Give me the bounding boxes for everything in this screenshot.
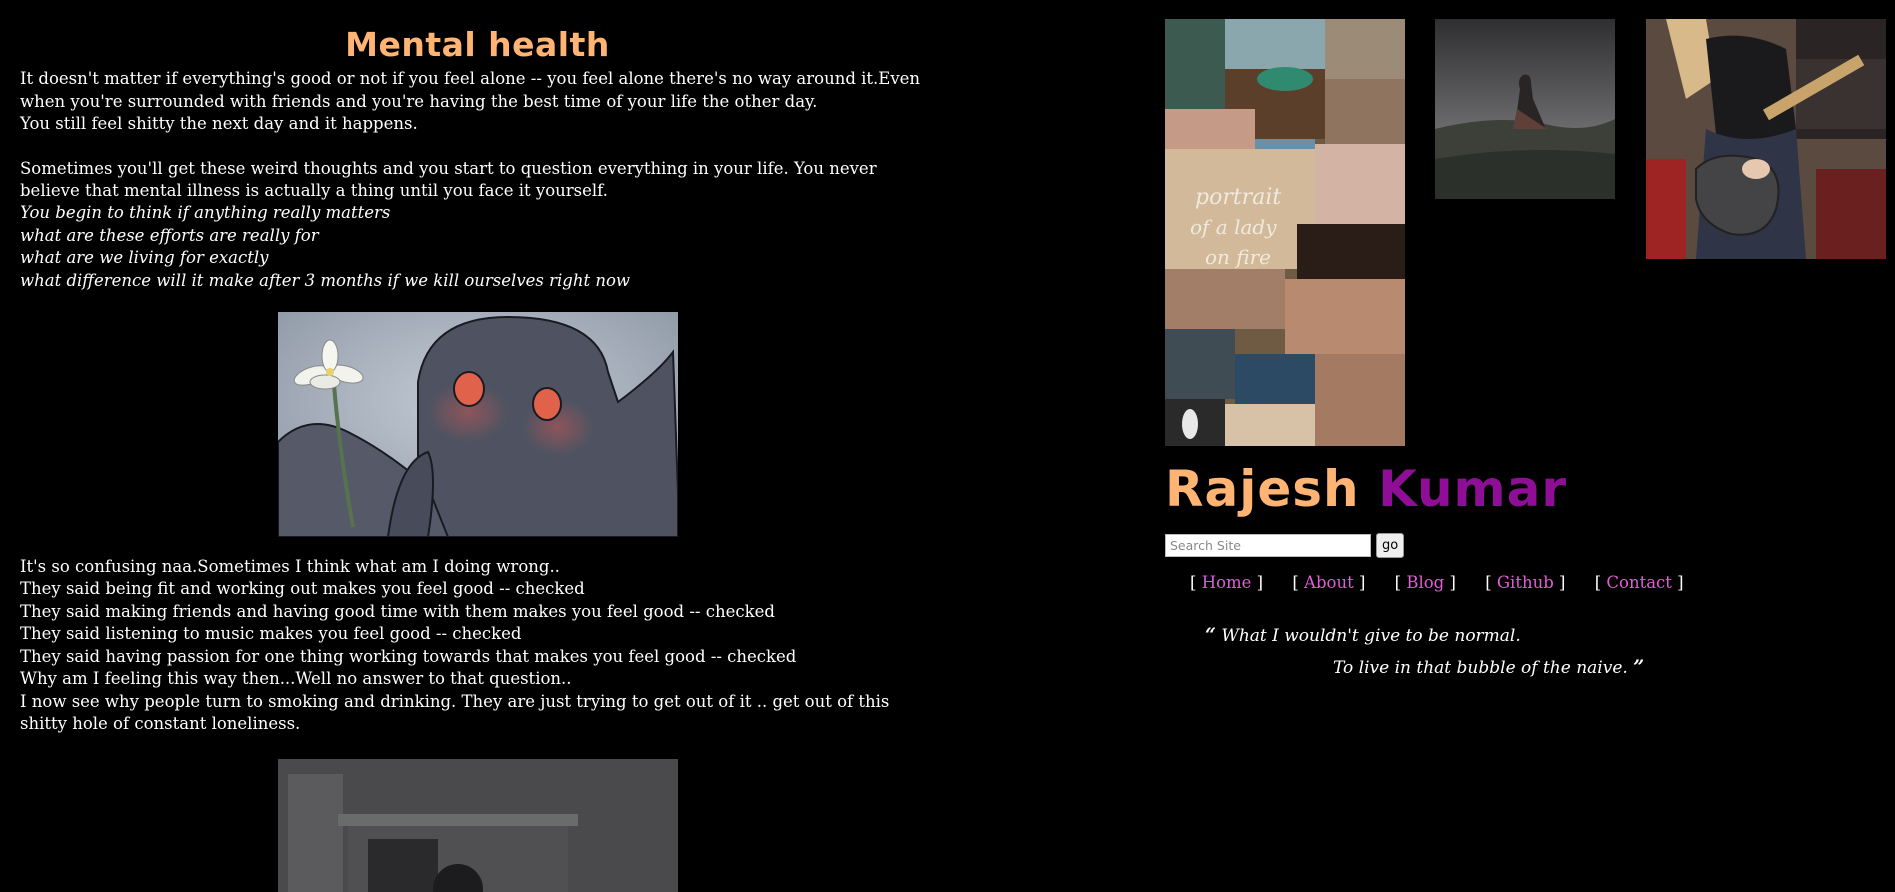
site-owner-name: Rajesh Kumar <box>1165 460 1567 518</box>
search-input[interactable] <box>1165 534 1371 557</box>
nav-link-home[interactable]: Home <box>1202 573 1252 592</box>
post-paragraph: They said having passion for one thing w… <box>20 646 797 666</box>
quote-line-2: To live in that bubble of the naive. ” <box>1205 652 1655 684</box>
sidebar-quote: “ What I wouldn't give to be normal. To … <box>1205 620 1655 684</box>
open-quote-mark: “ <box>1205 624 1216 646</box>
post-paragraph: They said listening to music makes you f… <box>20 624 522 644</box>
post-paragraph: It doesn't matter if everything's good o… <box>20 69 921 111</box>
post-image-creature <box>277 312 678 538</box>
post-paragraph: They said being fit and working out make… <box>20 579 585 599</box>
nav-item-contact: [ Contact ] <box>1594 573 1684 592</box>
nav-link-blog[interactable]: Blog <box>1406 573 1444 592</box>
post-paragraph: Why am I feeling this way then...Well no… <box>20 669 572 689</box>
nav-link-github[interactable]: Github <box>1497 573 1554 592</box>
search-form: go <box>1165 533 1405 558</box>
nav-item-about: [ About ] <box>1292 573 1366 592</box>
nav-item-github: [ Github ] <box>1485 573 1566 592</box>
post-paragraph: It's so confusing naa.Sometimes I think … <box>20 557 560 577</box>
post-title: Mental health <box>345 25 610 64</box>
post-paragraph: You still feel shitty the next day and i… <box>20 114 418 134</box>
italic-line: You begin to think if anything really ma… <box>20 203 391 223</box>
post-paragraph: Sometimes you'll get these weird thought… <box>20 158 877 201</box>
post-paragraph: They said making friends and having good… <box>20 601 775 621</box>
post-image-building <box>277 759 678 892</box>
svg-text:of a lady: of a lady <box>1190 215 1277 239</box>
name-last: Kumar <box>1378 460 1568 518</box>
guitar-player-photo <box>1646 19 1886 259</box>
quote-line-1: “ What I wouldn't give to be normal. <box>1205 620 1655 652</box>
quote-text-1: What I wouldn't give to be normal. <box>1221 626 1521 646</box>
nav-item-home: [ Home ] <box>1190 573 1264 592</box>
blog-post: Mental health It doesn't matter if every… <box>20 0 935 892</box>
nav-link-about[interactable]: About <box>1304 573 1354 592</box>
page: Mental health It doesn't matter if every… <box>0 0 1895 892</box>
svg-text:portrait: portrait <box>1195 185 1281 210</box>
quote-text-2: To live in that bubble of the naive. <box>1333 658 1628 678</box>
italic-line: what difference will it make after 3 mon… <box>20 270 631 290</box>
post-paragraph: I now see why people turn to smoking and… <box>20 691 890 733</box>
collage-photo: portrait of a lady on fire <box>1165 19 1405 446</box>
nav-item-blog: [ Blog ] <box>1394 573 1456 592</box>
italic-line: what are these efforts are really for <box>20 225 319 245</box>
woman-on-hill-photo <box>1435 19 1615 199</box>
name-first: Rajesh <box>1165 460 1360 518</box>
svg-text:on fire: on fire <box>1205 245 1271 269</box>
site-nav: [ Home ] [ About ] [ Blog ] [ Github ] [… <box>1190 573 1708 592</box>
close-quote-mark: ” <box>1633 656 1645 678</box>
nav-link-contact[interactable]: Contact <box>1606 573 1672 592</box>
search-go-button[interactable]: go <box>1376 533 1405 558</box>
italic-line: what are we living for exactly <box>20 248 269 268</box>
